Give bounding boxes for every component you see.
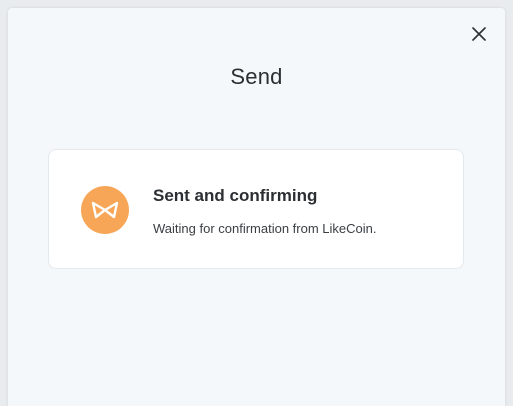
close-icon	[472, 27, 486, 41]
send-dialog: Send Sent and confirming Waiting for con…	[8, 8, 505, 406]
likecoin-icon	[81, 186, 129, 234]
status-title: Sent and confirming	[153, 186, 318, 205]
status-description: Waiting for confirmation from LikeCoin.	[153, 221, 377, 236]
dialog-title: Send	[230, 64, 283, 89]
status-card: Sent and confirming Waiting for confirma…	[48, 149, 464, 269]
close-button[interactable]	[469, 24, 489, 44]
